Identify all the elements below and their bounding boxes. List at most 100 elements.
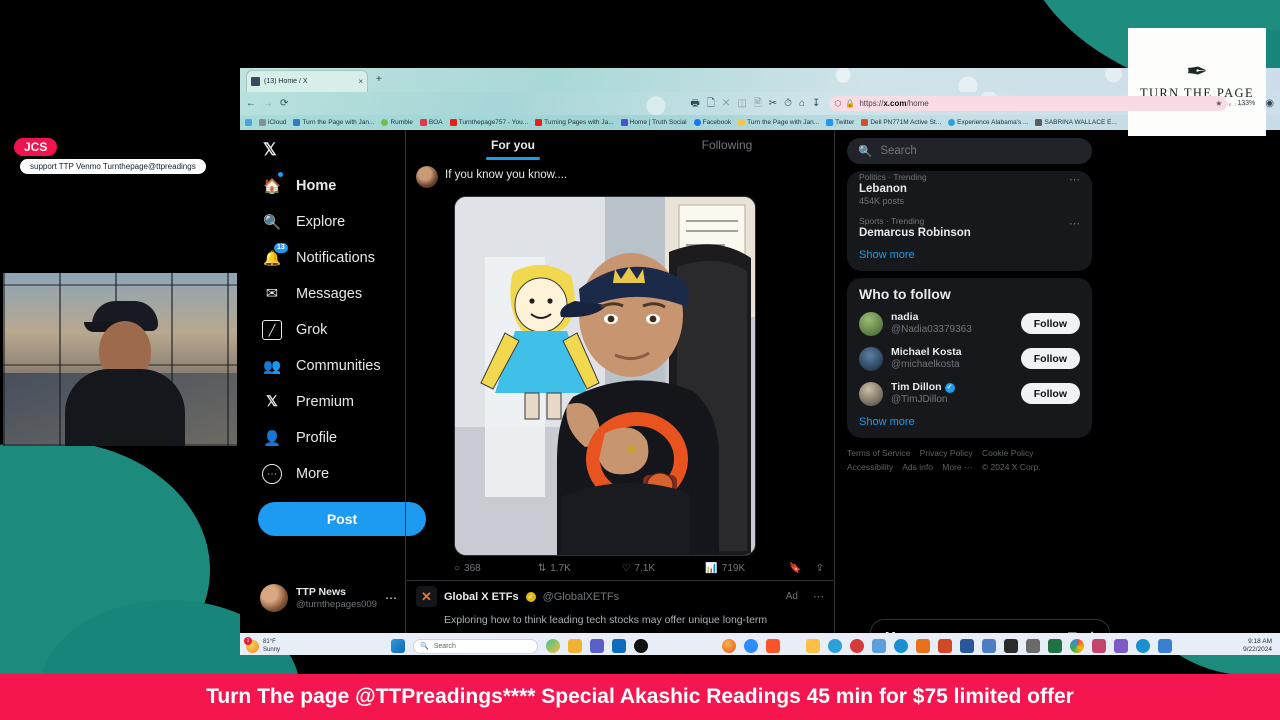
suggested-user[interactable]: nadia @Nadia03379363 Follow (859, 306, 1080, 341)
word-icon[interactable] (960, 639, 975, 653)
weather-widget[interactable]: 1 81°F Sunny (244, 636, 280, 654)
back-icon[interactable]: ← (246, 98, 256, 109)
ad-more-icon[interactable]: ⋯ (813, 590, 824, 603)
taskbar-search-input[interactable]: 🔍 Search (413, 638, 539, 654)
scissors-icon[interactable]: ✂ (769, 98, 777, 109)
brave-icon[interactable] (766, 639, 781, 653)
docs-icon[interactable] (982, 639, 997, 653)
bookmark-item[interactable]: Twitter (826, 119, 854, 126)
sidebar-item-notifications[interactable]: 🔔 13 Notifications (258, 240, 405, 276)
suggested-user[interactable]: Tim Dillon ✓ @TimJDillon Follow (859, 376, 1080, 411)
footer-link-terms[interactable]: Terms of Service (847, 448, 910, 458)
zoom-level-indicator[interactable]: 133% (1234, 99, 1259, 108)
downloads-icon[interactable]: ↧ (812, 98, 820, 109)
footer-link-ads-info[interactable]: Ads info (902, 462, 933, 472)
bookmarks-folder-icon[interactable] (245, 119, 252, 126)
wtf-show-more[interactable]: Show more (859, 411, 1080, 430)
file-explorer-icon[interactable] (568, 639, 583, 653)
trend-more-icon[interactable]: ⋯ (1069, 173, 1080, 186)
suggested-user[interactable]: Michael Kosta @michaelkosta Follow (859, 341, 1080, 376)
bookmark-item[interactable]: Home | Truth Social (620, 119, 687, 126)
sidebar-item-premium[interactable]: 𝕏 Premium (258, 384, 405, 420)
trend-more-icon[interactable]: ⋯ (1069, 217, 1080, 230)
firefox-icon[interactable] (722, 639, 737, 653)
trend-item[interactable]: Politics · Trending Lebanon 454K posts ⋯ (859, 171, 1080, 211)
footer-link-more[interactable]: More ··· (942, 462, 972, 472)
powerpoint-icon[interactable] (938, 639, 953, 653)
close-small-icon[interactable]: ✕ (722, 98, 730, 109)
paint-icon[interactable] (1092, 639, 1107, 653)
reader-icon[interactable]: 🗎 (754, 98, 762, 109)
avatar[interactable] (416, 166, 438, 188)
bookmark-item[interactable]: Rumble (381, 119, 413, 126)
footer-link-accessibility[interactable]: Accessibility (847, 462, 893, 472)
skype-icon[interactable] (1136, 639, 1151, 653)
forward-icon[interactable]: → (263, 98, 273, 109)
copy-icon[interactable]: 🗋 (707, 98, 715, 109)
trend-item[interactable]: Sports · Trending Demarcus Robinson ⋯ (859, 211, 1080, 244)
bookmark-item[interactable]: Facebook (693, 119, 731, 126)
sidebar-item-more[interactable]: ⋯ More (258, 456, 405, 492)
post-button[interactable]: Post (258, 502, 426, 536)
home-icon[interactable]: ⌂ (799, 98, 805, 109)
sidebar-item-communities[interactable]: 👥 Communities (258, 348, 405, 384)
photos-icon[interactable] (850, 639, 865, 653)
history-icon[interactable]: ⏱ (784, 98, 792, 109)
vlc-icon[interactable] (916, 639, 931, 653)
new-tab-button[interactable]: + (376, 74, 382, 85)
reply-action[interactable]: ○ 368 (454, 563, 538, 574)
footer-link-cookie[interactable]: Cookie Policy (982, 448, 1034, 458)
trends-show-more[interactable]: Show more (859, 244, 1080, 263)
search-input[interactable]: 🔍 Search (847, 138, 1092, 164)
telegram-icon[interactable] (828, 639, 843, 653)
calculator-icon[interactable] (1026, 639, 1041, 653)
split-screen-icon[interactable]: ◫ (737, 98, 746, 109)
reload-icon[interactable]: ⟳ (280, 98, 288, 109)
bookmark-item[interactable]: Turning Pages with Ja... (535, 119, 614, 126)
sidebar-item-explore[interactable]: 🔍 Explore (258, 204, 405, 240)
sidebar-item-profile[interactable]: 👤 Profile (258, 420, 405, 456)
taskbar-clock[interactable]: 9:18 AM 9/22/2024 (1243, 638, 1274, 654)
sidebar-item-messages[interactable]: ✉ Messages (258, 276, 405, 312)
tab-following[interactable]: Following (620, 130, 834, 160)
follow-button[interactable]: Follow (1020, 348, 1080, 369)
profile-avatar-icon[interactable]: ◉ (1265, 98, 1274, 109)
bookmark-item[interactable]: Experience Alabama's ... (948, 119, 1028, 126)
chrome-icon[interactable] (1070, 639, 1085, 653)
account-switcher[interactable]: TTP News @turnthepages009 ⋯ (260, 584, 405, 612)
folder-icon[interactable] (806, 639, 821, 653)
browser-tab[interactable]: (13) Home / X × (246, 70, 368, 92)
bookmark-item[interactable]: iCloud (259, 119, 286, 126)
views-action[interactable]: 📊 719K (705, 563, 789, 574)
tab-for-you[interactable]: For you (406, 130, 620, 160)
notepad-icon[interactable] (872, 639, 887, 653)
repost-action[interactable]: ⇅ 1.7K (538, 563, 622, 574)
bookmark-item[interactable]: Dell PN771M Active St... (861, 119, 941, 126)
x-logo-icon[interactable]: 𝕏 (263, 140, 405, 160)
close-tab-icon[interactable]: × (358, 77, 363, 86)
copilot-icon[interactable] (546, 639, 561, 653)
bookmark-star-icon[interactable]: ★ (1215, 99, 1222, 108)
outlook-icon[interactable] (612, 639, 627, 653)
store-icon[interactable] (1158, 639, 1173, 653)
edge-icon[interactable] (894, 639, 909, 653)
bookmark-item[interactable]: Turnthepage757 - You... (449, 119, 528, 126)
bookmark-item[interactable]: Turn the Page with Jan... (738, 119, 819, 126)
terminal-icon[interactable] (1004, 639, 1019, 653)
account-more-icon[interactable]: ⋯ (385, 591, 397, 605)
excel-icon[interactable] (1048, 639, 1063, 653)
address-bar[interactable]: ⬡ 🔒 https://x.com/home ★ (829, 96, 1228, 111)
settings-icon[interactable] (1114, 639, 1129, 653)
media-player-icon[interactable] (634, 639, 649, 653)
bookmark-icon[interactable]: 🔖 (789, 563, 801, 574)
footer-link-privacy[interactable]: Privacy Policy (920, 448, 973, 458)
print-icon[interactable]: 🖶 (690, 98, 699, 109)
follow-button[interactable]: Follow (1020, 313, 1080, 334)
bookmark-item[interactable]: SABRINA WALLACE E... (1035, 119, 1117, 126)
zoom-icon[interactable] (744, 639, 759, 653)
follow-button[interactable]: Follow (1020, 383, 1080, 404)
promoted-post[interactable]: ✕ Global X ETFs ✓ @GlobalXETFs Ad ⋯ (406, 580, 834, 612)
sidebar-item-grok[interactable]: ╱ Grok (258, 312, 405, 348)
like-action[interactable]: ♡ 7.1K (622, 563, 706, 574)
teams-icon[interactable] (590, 639, 605, 653)
